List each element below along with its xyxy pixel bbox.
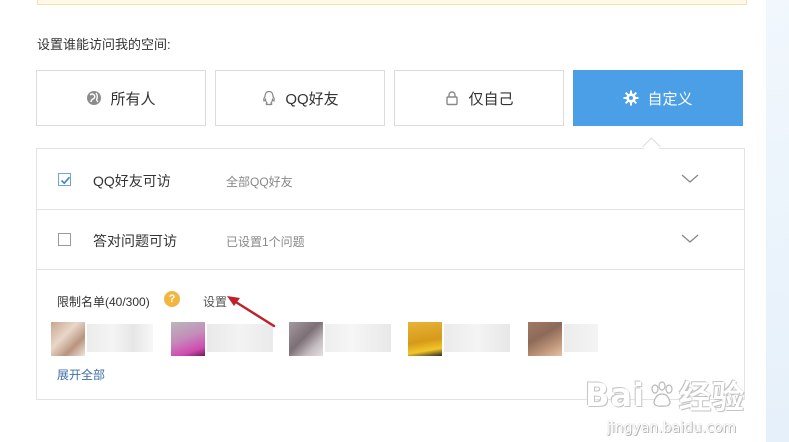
custom-settings-panel: QQ好友可访 全部QQ好友 答对问题可访 已设置1个问题 限制名单(40/300…: [36, 148, 745, 400]
option-qq-friends[interactable]: QQ好友: [215, 70, 385, 126]
rule-row-qq-friends[interactable]: QQ好友可访 全部QQ好友: [37, 149, 744, 210]
blurred-name: [325, 324, 391, 352]
friend-item[interactable]: [51, 322, 155, 356]
friend-item[interactable]: [408, 322, 512, 356]
friend-item[interactable]: [289, 322, 393, 356]
paw-icon: [647, 380, 677, 410]
globe-icon: [86, 90, 102, 106]
chevron-down-icon[interactable]: [680, 231, 700, 245]
rule-description: 全部QQ好友: [226, 175, 293, 189]
chevron-down-icon[interactable]: [680, 171, 700, 185]
blurred-name: [444, 324, 510, 352]
limit-list-label: 限制名单(40/300): [57, 295, 150, 309]
option-label: QQ好友: [285, 90, 339, 108]
qq-penguin-icon: [261, 90, 277, 106]
baidu-jingyan-watermark: Bai 经验 jingyan.baidu.com: [585, 372, 745, 436]
watermark-brand-tail: 经验: [678, 378, 745, 416]
rule-description: 已设置1个问题: [226, 235, 305, 249]
option-only-me[interactable]: 仅自己: [394, 70, 564, 126]
option-label: 自定义: [647, 90, 693, 108]
access-prompt: 设置谁能访问我的空间:: [37, 37, 171, 52]
expand-all-link[interactable]: 展开全部: [57, 366, 105, 383]
gear-icon: [623, 90, 639, 106]
side-decoration: [766, 0, 789, 442]
option-label: 所有人: [110, 90, 156, 108]
watermark-brand: Bai: [585, 376, 645, 414]
checkbox-unchecked[interactable]: [58, 233, 71, 246]
friend-item[interactable]: [528, 322, 632, 356]
option-everyone[interactable]: 所有人: [36, 70, 206, 126]
avatar: [528, 322, 562, 356]
option-custom[interactable]: 自定义: [573, 70, 743, 126]
avatar: [408, 322, 442, 356]
rule-row-answer-question[interactable]: 答对问题可访 已设置1个问题: [37, 209, 744, 270]
lock-icon: [444, 90, 460, 106]
blurred-name: [87, 324, 153, 352]
watermark-url: jingyan.baidu.com: [607, 420, 737, 436]
avatar: [51, 322, 85, 356]
notice-bar: [37, 0, 747, 5]
blurred-name: [564, 324, 598, 352]
avatar: [289, 322, 323, 356]
checkbox-checked[interactable]: [58, 173, 71, 186]
help-icon[interactable]: ?: [164, 291, 180, 307]
rule-label: QQ好友可访: [93, 173, 171, 189]
option-label: 仅自己: [468, 90, 514, 108]
rule-label: 答对问题可访: [93, 233, 177, 249]
red-arrow-annotation: [227, 296, 276, 328]
avatar: [171, 322, 205, 356]
